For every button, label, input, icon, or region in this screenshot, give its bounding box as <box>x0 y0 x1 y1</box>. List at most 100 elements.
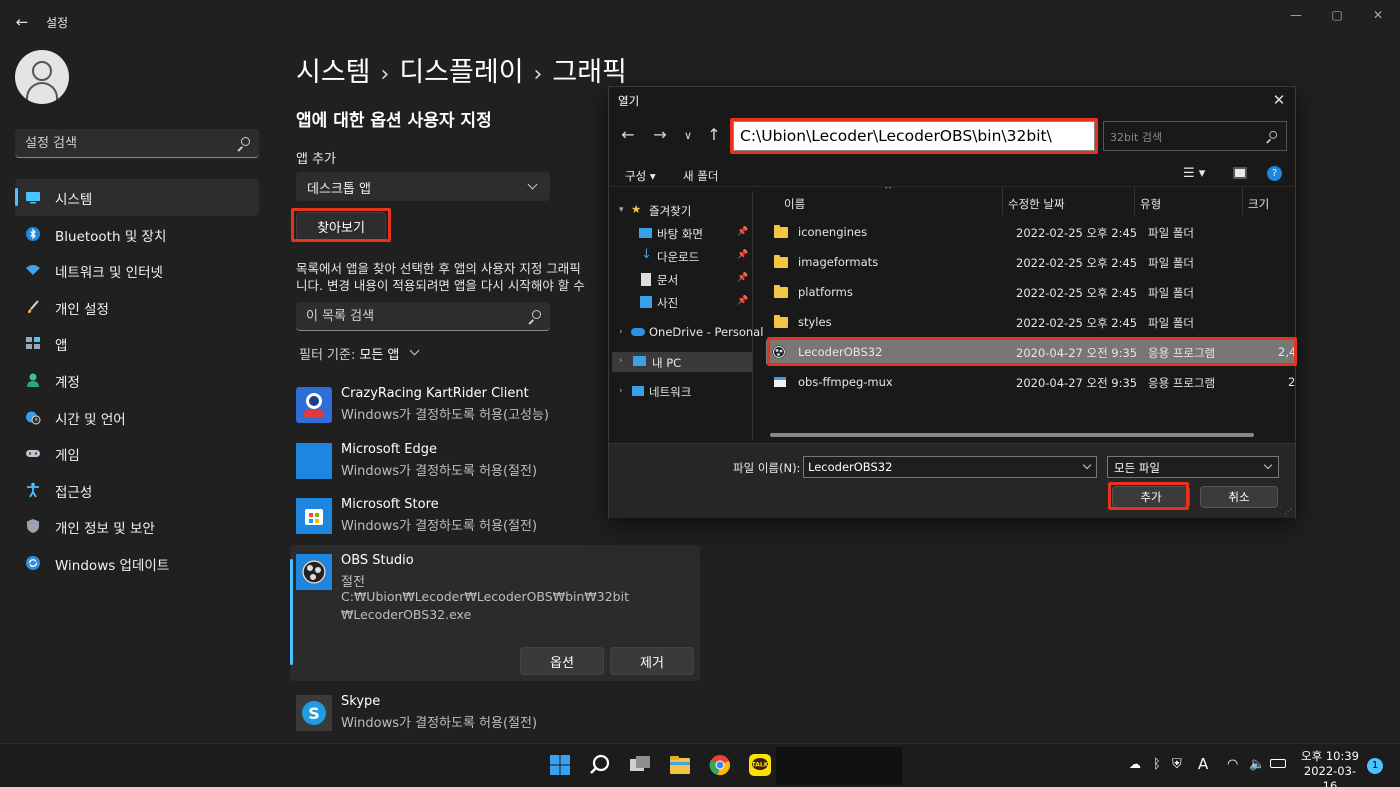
file-row[interactable]: imageformats 2022-02-25 오후 2:45 파일 폴더 <box>766 250 1295 274</box>
filename-input[interactable]: LecoderOBS32 <box>803 456 1097 478</box>
security-shield-icon[interactable]: ⛨ <box>1172 757 1182 772</box>
file-explorer-icon[interactable] <box>668 753 692 777</box>
column-name[interactable]: 이름 <box>784 196 805 212</box>
onedrive-cloud-icon[interactable]: ☁ <box>1129 757 1141 771</box>
app-list-search-input[interactable] <box>306 307 516 325</box>
volume-icon[interactable]: 🔈 <box>1249 757 1265 772</box>
cancel-button[interactable]: 취소 <box>1200 486 1278 508</box>
search-icon[interactable] <box>588 753 612 777</box>
settings-search-input[interactable] <box>25 134 225 152</box>
sidebar-item-label: 계정 <box>55 374 80 391</box>
breadcrumb-system[interactable]: 시스템 <box>296 57 371 88</box>
wifi-tray-icon[interactable]: ◠ <box>1227 757 1238 772</box>
sidebar-item-bluetooth[interactable]: Bluetooth 및 장치 <box>15 216 259 253</box>
tree-item-desktop[interactable]: 바탕 화면 📌 <box>609 224 753 244</box>
task-view-icon[interactable] <box>628 753 652 777</box>
column-size[interactable]: 크기 <box>1248 196 1269 212</box>
column-divider[interactable] <box>1002 187 1003 215</box>
tree-item-onedrive[interactable]: › OneDrive - Personal <box>609 323 763 343</box>
file-size: 2,43 <box>1278 345 1295 359</box>
app-path: C:₩Ubion₩Lecoder₩LecoderOBS₩bin₩32bit ₩L… <box>341 588 629 624</box>
sidebar-item-windows-update[interactable]: Windows 업데이트 <box>15 545 259 582</box>
kartrider-app-icon <box>296 387 332 423</box>
file-row[interactable]: styles 2022-02-25 오후 2:45 파일 폴더 <box>766 310 1295 334</box>
add-button[interactable]: 추가 <box>1112 486 1190 508</box>
sidebar-item-apps[interactable]: 앱 <box>15 325 259 362</box>
sidebar-item-privacy[interactable]: 개인 정보 및 보안 <box>15 508 259 545</box>
filter-control[interactable]: 필터 기준: 모든 앱 <box>299 344 420 363</box>
back-button[interactable]: ← <box>12 12 32 32</box>
app-list-item-selected[interactable]: OBS Studio 절전 C:₩Ubion₩Lecoder₩LecoderOB… <box>290 545 700 681</box>
sidebar-item-network[interactable]: 네트워크 및 인터넷 <box>15 252 259 289</box>
breadcrumb-display[interactable]: 디스플레이 <box>399 57 523 88</box>
file-type-select[interactable]: 모든 파일 <box>1107 456 1279 478</box>
resize-grip-icon[interactable]: ⋰ <box>1284 507 1292 516</box>
maximize-button[interactable]: ▢ <box>1325 8 1349 24</box>
remove-button[interactable]: 제거 <box>610 647 694 675</box>
column-divider[interactable] <box>1134 187 1135 215</box>
address-bar[interactable]: C:\Ubion\Lecoder\LecoderOBS\bin\32bit\ <box>733 121 1095 151</box>
file-row-selected[interactable]: LecoderOBS32 2020-04-27 오전 9:35 응용 프로그램 … <box>766 340 1295 364</box>
view-options-icon[interactable]: ☰ ▾ <box>1183 166 1205 181</box>
dialog-close-button[interactable]: ✕ <box>1271 91 1287 109</box>
obs-app-icon <box>296 554 332 590</box>
bluetooth-tray-icon[interactable]: ᛒ <box>1153 757 1161 772</box>
document-icon <box>641 273 651 286</box>
new-folder-button[interactable]: 새 폴더 <box>683 168 718 184</box>
windows-start-icon[interactable] <box>548 753 572 777</box>
file-row[interactable]: iconengines 2022-02-25 오후 2:45 파일 폴더 <box>766 220 1295 244</box>
close-icon: ✕ <box>1272 91 1286 109</box>
app-list-item[interactable]: S Skype Windows가 결정하도록 허용(절전) <box>290 691 700 745</box>
dialog-footer: 파일 이름(N): LecoderOBS32 모든 파일 추가 취소 ⋰ <box>609 443 1295 518</box>
sidebar-item-time-language[interactable]: 시간 및 언어 <box>15 399 259 436</box>
up-folder-button[interactable]: ↑ <box>705 125 723 144</box>
tree-item-this-pc[interactable]: › 내 PC <box>612 352 752 372</box>
sidebar-item-system[interactable]: 시스템 <box>15 179 259 216</box>
tree-item-documents[interactable]: 문서 📌 <box>609 270 753 290</box>
pin-icon: 📌 <box>737 250 749 260</box>
chrome-icon[interactable] <box>708 753 732 777</box>
folder-search-input[interactable] <box>1110 129 1260 145</box>
close-window-button[interactable]: ✕ <box>1366 8 1390 24</box>
folder-search-box[interactable] <box>1103 121 1287 151</box>
search-icon <box>527 310 541 324</box>
help-icon[interactable]: ? <box>1267 166 1282 181</box>
preview-pane-icon[interactable] <box>1233 167 1247 179</box>
kakaotalk-icon[interactable]: TALK <box>748 753 772 777</box>
settings-search-box[interactable] <box>15 129 259 158</box>
tree-item-pictures[interactable]: 사진 📌 <box>609 293 753 313</box>
user-avatar[interactable] <box>15 50 69 104</box>
app-list-search-box[interactable] <box>296 302 550 331</box>
sidebar-item-personalization[interactable]: 개인 설정 <box>15 289 259 326</box>
file-date: 2022-02-25 오후 2:45 <box>1016 256 1138 270</box>
sidebar-item-label: 앱 <box>55 338 68 355</box>
organize-menu[interactable]: 구성 ▾ <box>625 168 656 184</box>
column-date[interactable]: 수정한 날짜 <box>1008 196 1065 212</box>
options-button[interactable]: 옵션 <box>520 647 604 675</box>
cloud-icon <box>631 328 645 336</box>
back-arrow-button[interactable]: ← <box>619 125 637 144</box>
sidebar-item-accessibility[interactable]: 접근성 <box>15 472 259 509</box>
horizontal-scrollbar[interactable] <box>770 433 1254 437</box>
ime-indicator[interactable]: A <box>1198 755 1208 773</box>
sidebar-item-gaming[interactable]: 게임 <box>15 435 259 472</box>
chevron-down-icon: ▾ <box>619 205 624 215</box>
browse-button[interactable]: 찾아보기 <box>296 212 386 241</box>
app-type-dropdown[interactable]: 데스크톱 앱 <box>296 172 550 201</box>
minimize-button[interactable]: — <box>1284 8 1308 24</box>
column-divider[interactable] <box>1242 187 1243 215</box>
taskbar-clock[interactable]: 오후 10:39 2022-03-16 <box>1300 749 1360 787</box>
tree-item-downloads[interactable]: ↓ 다운로드 📌 <box>609 247 753 267</box>
forward-arrow-button[interactable]: → <box>651 125 669 144</box>
tree-item-quick-access[interactable]: ▾ ★ 즐겨찾기 <box>609 201 753 221</box>
file-row[interactable]: platforms 2022-02-25 오후 2:45 파일 폴더 <box>766 280 1295 304</box>
file-row[interactable]: obs-ffmpeg-mux 2020-04-27 오전 9:35 응용 프로그… <box>766 370 1295 394</box>
column-type[interactable]: 유형 <box>1140 196 1161 212</box>
file-name: platforms <box>798 285 853 299</box>
taskbar-active-window-preview[interactable] <box>776 747 902 785</box>
recent-locations-button[interactable]: ∨ <box>679 129 697 142</box>
notification-badge[interactable]: 1 <box>1367 758 1383 774</box>
sidebar-item-accounts[interactable]: 계정 <box>15 362 259 399</box>
battery-icon[interactable] <box>1270 759 1286 768</box>
tree-item-network[interactable]: › 네트워크 <box>609 382 753 402</box>
